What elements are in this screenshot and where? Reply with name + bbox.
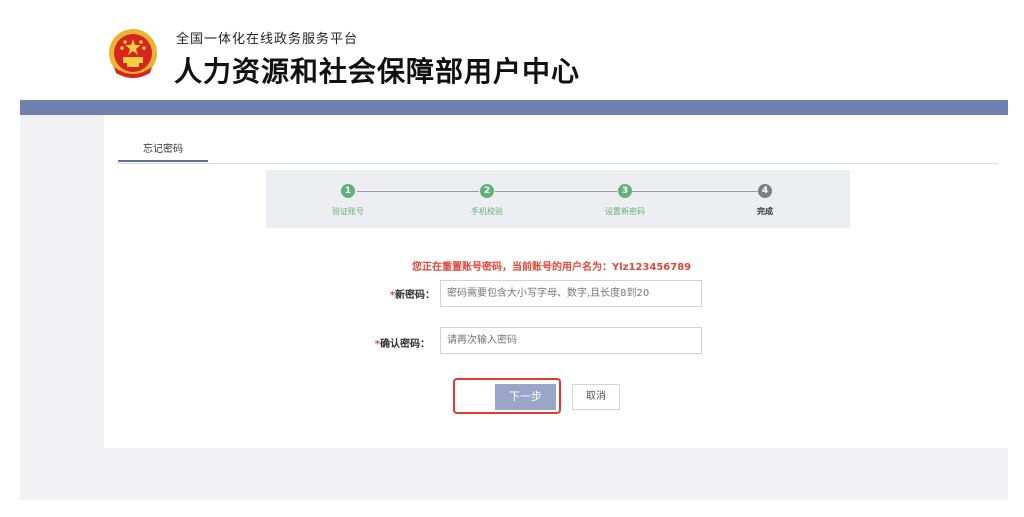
tab-forgot-password[interactable]: 忘记密码	[118, 140, 208, 162]
new-password-label: *新密码：	[355, 286, 435, 301]
platform-name: 全国一体化在线政务服务平台	[176, 32, 359, 47]
step-label: 设置新密码	[605, 207, 645, 216]
step-number: 4	[758, 184, 772, 198]
progress-steps: 1 验证账号 2 手机校验 3 设置新密码 4 完成	[266, 170, 850, 228]
reset-notice: 您正在重置账号密码，当前账号的用户名为：Ylz123456789	[412, 262, 692, 273]
step-number: 3	[618, 184, 632, 198]
new-password-input[interactable]	[440, 280, 702, 307]
site-title: 人力资源和社会保障部用户中心	[174, 55, 581, 88]
step-phone-check: 2 手机校验	[442, 184, 532, 217]
step-number: 1	[341, 184, 355, 198]
step-verify-account: 1 验证账号	[303, 184, 393, 217]
site-header: 全国一体化在线政务服务平台 人力资源和社会保障部用户中心	[0, 0, 1024, 100]
step-label: 手机校验	[471, 207, 503, 216]
confirm-password-input[interactable]	[440, 327, 702, 354]
step-complete: 4 完成	[720, 184, 810, 217]
cancel-button[interactable]: 取消	[572, 384, 620, 410]
tab-divider	[118, 163, 998, 164]
step-label: 验证账号	[332, 207, 364, 216]
confirm-password-label: *确认密码：	[350, 335, 430, 350]
next-step-button[interactable]: 下一步	[495, 384, 556, 410]
confirm-password-label-text: 确认密码：	[380, 339, 430, 350]
national-emblem-icon	[109, 29, 157, 78]
step-number: 2	[480, 184, 494, 198]
brand-bar	[20, 100, 1008, 115]
step-label: 完成	[757, 207, 773, 216]
step-set-password: 3 设置新密码	[580, 184, 670, 217]
new-password-label-text: 新密码：	[395, 290, 435, 301]
